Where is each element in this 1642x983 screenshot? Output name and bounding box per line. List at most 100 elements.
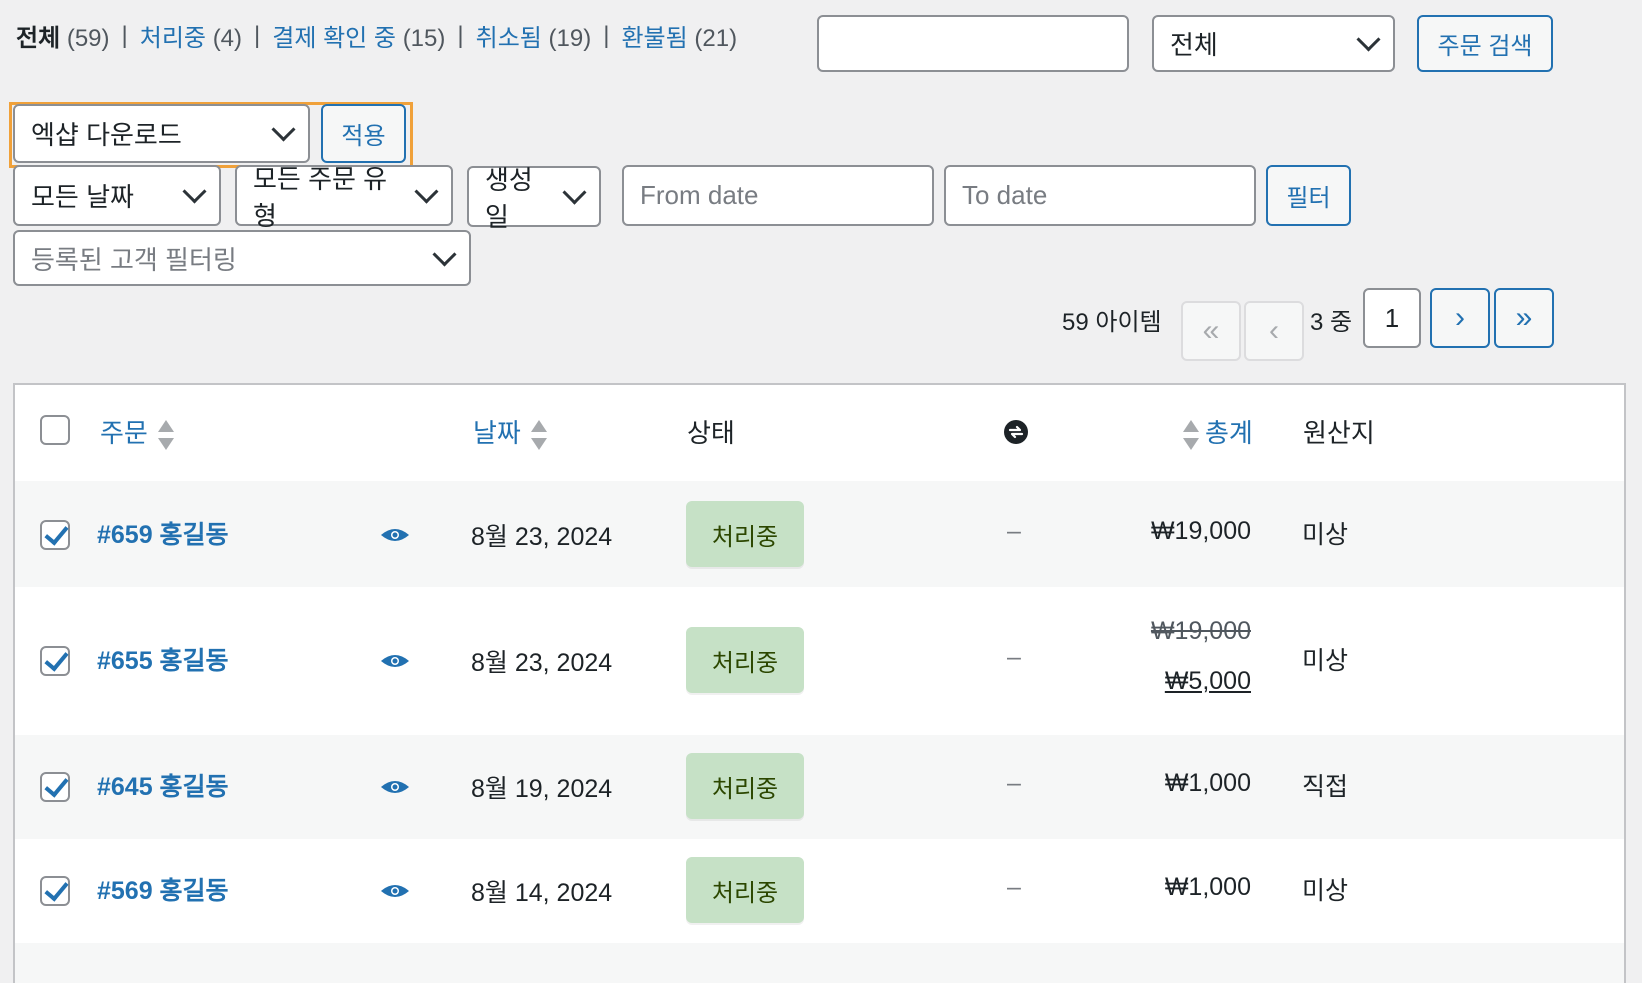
separator: |: [603, 21, 610, 49]
sort-icon: [530, 420, 547, 451]
order-origin: 직접: [1302, 773, 1349, 801]
next-page-button[interactable]: ›: [1430, 288, 1490, 348]
prev-page-button[interactable]: ‹: [1244, 301, 1304, 361]
column-date-label: 날짜: [473, 418, 521, 448]
row-checkbox[interactable]: [40, 772, 70, 802]
filter-processing-label[interactable]: 처리중: [140, 25, 206, 52]
orders-table: 주문 날짜 상태 총계 원산지 #659 홍길동 8월 23, 2024 처리중…: [13, 383, 1626, 983]
table-row[interactable]: #659 홍길동 8월 23, 2024 처리중 – ₩19,000 미상: [15, 481, 1624, 587]
filter-button[interactable]: 필터: [1266, 165, 1351, 226]
search-scope-value: 전체: [1170, 30, 1218, 60]
date-basis-select[interactable]: 생성일: [467, 165, 601, 232]
subscription-value: –: [1007, 643, 1021, 671]
order-search-button[interactable]: 주문 검색: [1417, 15, 1553, 72]
column-order-label: 주문: [100, 418, 148, 448]
order-total: ₩1,000: [1164, 873, 1251, 901]
current-page-input[interactable]: 1: [1363, 288, 1421, 348]
customer-filter-select[interactable]: 등록된 고객 필터링: [13, 230, 471, 286]
order-link[interactable]: #659 홍길동: [97, 515, 229, 551]
sort-icon: [1183, 420, 1199, 451]
order-total: ₩1,000: [1164, 769, 1251, 797]
order-date: 8월 19, 2024: [471, 775, 613, 803]
table-header: 주문 날짜 상태 총계 원산지: [15, 385, 1624, 483]
filter-refunded-count: (21): [694, 25, 738, 52]
column-status: 상태: [687, 418, 735, 448]
to-date-input[interactable]: To date: [944, 165, 1256, 226]
chevron-down-icon: [414, 179, 439, 204]
order-type-select[interactable]: 모든 주문 유형: [235, 164, 453, 231]
order-total: ₩5,000: [1051, 667, 1251, 696]
table-row[interactable]: #645 홍길동 8월 19, 2024 처리중 – ₩1,000 직접: [15, 735, 1624, 839]
order-origin: 미상: [1302, 521, 1349, 549]
separator: |: [121, 21, 128, 49]
eye-icon[interactable]: [380, 883, 410, 899]
separator: |: [457, 21, 464, 49]
items-count: 59 아이템: [1062, 309, 1162, 336]
subscription-value: –: [1007, 873, 1021, 901]
column-origin: 원산지: [1303, 418, 1375, 448]
filter-processing[interactable]: 처리중 (4): [140, 18, 242, 53]
bulk-action-select[interactable]: 엑샵 다운로드: [13, 104, 310, 163]
chevron-down-icon: [182, 179, 207, 204]
filter-all[interactable]: 전체 (59): [16, 18, 110, 53]
order-date: 8월 14, 2024: [471, 879, 613, 907]
filter-processing-count: (4): [212, 25, 243, 52]
filter-all-label: 전체: [16, 25, 61, 52]
eye-icon[interactable]: [380, 779, 410, 795]
select-all-checkbox[interactable]: [40, 415, 70, 445]
apply-button[interactable]: 적용: [321, 104, 406, 163]
order-link[interactable]: #645 홍길동: [97, 767, 229, 803]
status-filter-links: 전체 (59) | 처리중 (4) | 결제 확인 중 (15) | 취소됨 (…: [16, 18, 737, 53]
row-checkbox[interactable]: [40, 876, 70, 906]
filter-refunded-label[interactable]: 환불됨: [621, 25, 687, 52]
separator: |: [254, 21, 261, 49]
filter-pending-payment-count: (15): [402, 25, 446, 52]
column-order[interactable]: 주문: [100, 413, 174, 451]
customer-filter-placeholder: 등록된 고객 필터링: [31, 244, 237, 275]
column-total[interactable]: 총계: [1183, 413, 1253, 451]
filter-pending-payment-label[interactable]: 결제 확인 중: [272, 25, 396, 52]
order-link[interactable]: #569 홍길동: [97, 871, 229, 907]
last-page-button[interactable]: »: [1494, 288, 1554, 348]
filter-cancelled-count: (19): [548, 25, 592, 52]
filter-pending-payment[interactable]: 결제 확인 중 (15): [272, 18, 445, 53]
eye-icon[interactable]: [380, 527, 410, 543]
from-date-placeholder: From date: [640, 180, 759, 210]
order-search-input[interactable]: [817, 15, 1129, 72]
status-badge: 처리중: [686, 857, 804, 923]
sort-icon: [157, 420, 174, 451]
chevron-down-icon: [432, 241, 457, 267]
table-row[interactable]: #569 홍길동 8월 14, 2024 처리중 – ₩1,000 미상: [15, 839, 1624, 943]
order-date: 8월 23, 2024: [471, 523, 613, 551]
current-page-value: 1: [1384, 302, 1400, 333]
row-checkbox[interactable]: [40, 646, 70, 676]
filter-refunded[interactable]: 환불됨 (21): [621, 18, 737, 53]
subscription-icon: [1003, 419, 1029, 450]
to-date-placeholder: To date: [962, 180, 1048, 210]
table-row[interactable]: #655 홍길동 8월 23, 2024 처리중 – ₩19,000 ₩5,00…: [15, 587, 1624, 735]
subscription-value: –: [1007, 769, 1021, 797]
chevron-down-icon: [1356, 27, 1381, 52]
order-total-original: ₩19,000: [1150, 617, 1251, 645]
subscription-value: –: [1007, 517, 1021, 545]
date-filter-value: 모든 날짜: [31, 182, 134, 212]
column-date[interactable]: 날짜: [473, 413, 547, 451]
table-row: [15, 943, 1624, 983]
from-date-input[interactable]: From date: [622, 165, 934, 226]
order-origin: 미상: [1302, 877, 1349, 905]
status-badge: 처리중: [686, 501, 804, 567]
total-pages-label: 3 중: [1310, 309, 1353, 336]
order-type-value: 모든 주문 유형: [253, 163, 388, 231]
date-filter-select[interactable]: 모든 날짜: [13, 165, 221, 226]
row-checkbox[interactable]: [40, 520, 70, 550]
order-link[interactable]: #655 홍길동: [97, 641, 229, 677]
order-total-refunded: ₩5,000: [1164, 667, 1251, 695]
status-badge: 처리중: [686, 753, 804, 819]
order-origin: 미상: [1302, 647, 1349, 675]
filter-cancelled-label[interactable]: 취소됨: [476, 25, 542, 52]
eye-icon[interactable]: [380, 653, 410, 669]
filter-cancelled[interactable]: 취소됨 (19): [476, 18, 592, 53]
search-scope-select[interactable]: 전체: [1152, 15, 1395, 72]
bulk-action-value: 엑샵 다운로드: [31, 120, 182, 150]
first-page-button[interactable]: «: [1181, 301, 1241, 361]
